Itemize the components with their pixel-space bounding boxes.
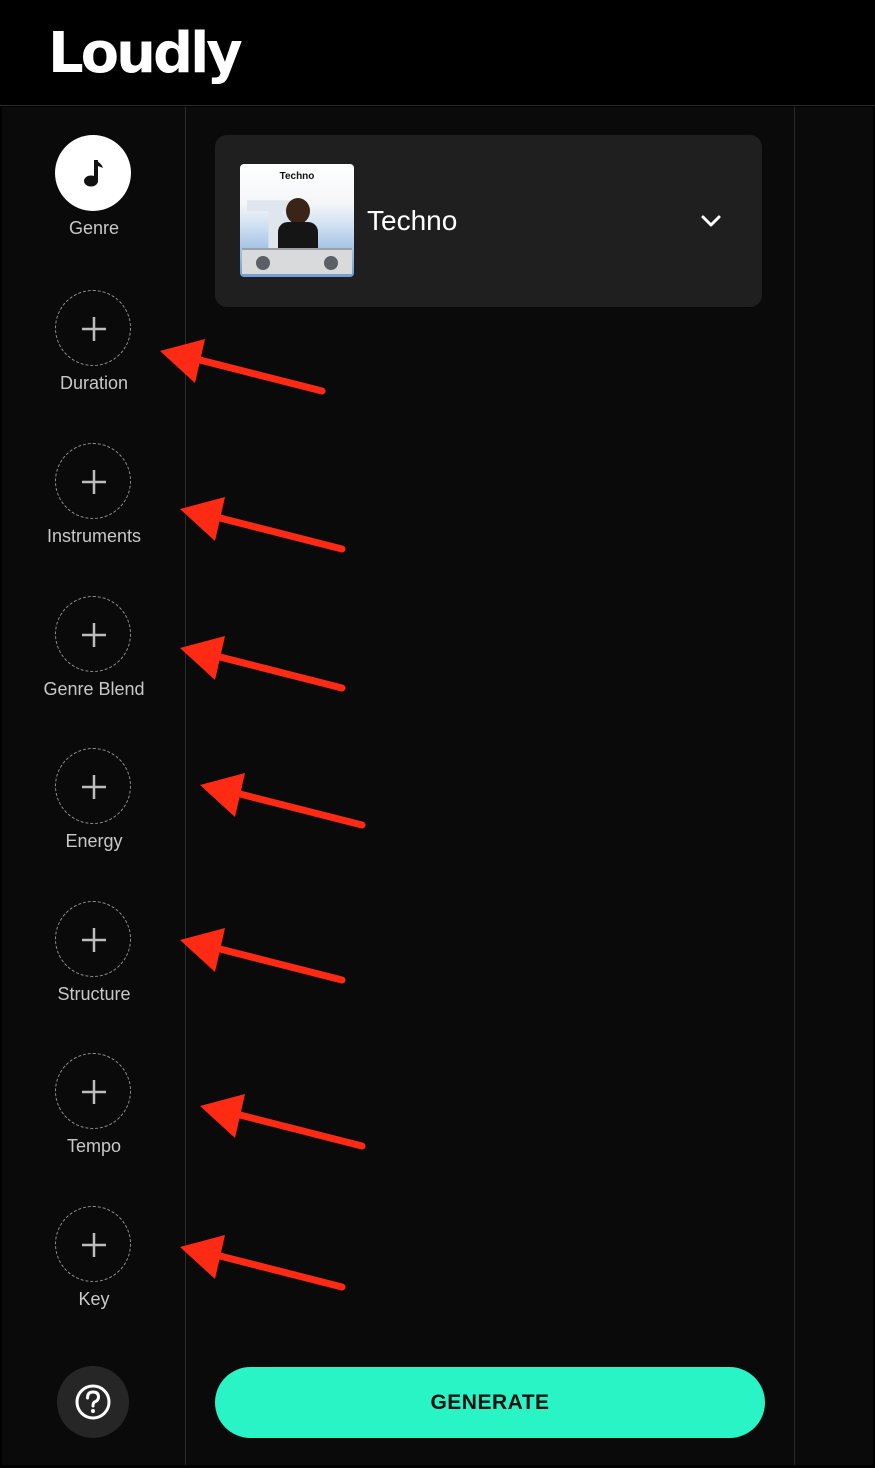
dj-figure-head: [286, 198, 310, 224]
plus-icon: [82, 1233, 106, 1257]
genre-thumbnail: T Techno: [240, 164, 354, 277]
plus-icon: [82, 623, 106, 647]
selected-genre-name: Techno: [367, 205, 458, 236]
sidebar-item-label: Tempo: [66, 1136, 122, 1156]
thumbnail-label: Techno: [279, 171, 315, 182]
chevron-down-icon[interactable]: [699, 209, 723, 233]
sidebar-item-tempo[interactable]: Tempo: [2, 1053, 186, 1173]
sidebar-item-label: Duration: [59, 373, 129, 393]
sidebar-item-key[interactable]: Key: [2, 1206, 186, 1326]
genre-selector[interactable]: T Techno Techno: [215, 135, 762, 307]
top-bar: Loudly: [0, 0, 875, 106]
add-structure-button[interactable]: [55, 901, 131, 977]
help-icon: [75, 1384, 111, 1420]
plus-icon: [82, 928, 106, 952]
plus-icon: [82, 775, 106, 799]
add-energy-button[interactable]: [55, 748, 131, 824]
option-sidebar: Genre Duration Instruments Genre Blend E: [2, 107, 186, 1465]
music-note-icon: [84, 160, 103, 187]
sidebar-item-label: Energy: [65, 831, 123, 851]
plus-icon: [82, 317, 106, 341]
dj-deck: [242, 248, 352, 274]
sidebar-item-label: Instruments: [46, 526, 142, 546]
plus-icon: [82, 470, 106, 494]
add-genre-blend-button[interactable]: [55, 596, 131, 672]
generate-button[interactable]: GENERATE: [215, 1367, 765, 1438]
sidebar-item-label: Structure: [57, 984, 131, 1004]
sidebar-item-duration[interactable]: Duration: [2, 290, 186, 410]
sidebar-item-label: Genre: [68, 218, 120, 238]
panel-divider: [794, 107, 795, 1465]
add-tempo-button[interactable]: [55, 1053, 131, 1129]
sidebar-item-genre[interactable]: Genre: [2, 135, 186, 255]
sidebar-item-genre-blend[interactable]: Genre Blend: [2, 596, 186, 716]
sidebar-item-energy[interactable]: Energy: [2, 748, 186, 868]
add-instruments-button[interactable]: [55, 443, 131, 519]
generator-panel: Genre Duration Instruments Genre Blend E: [2, 107, 873, 1465]
plus-icon: [82, 1080, 106, 1104]
sidebar-item-instruments[interactable]: Instruments: [2, 443, 186, 563]
help-button[interactable]: [57, 1366, 129, 1438]
sidebar-item-label: Genre Blend: [43, 679, 145, 699]
sidebar-item-label: Key: [78, 1289, 110, 1309]
loudly-logo[interactable]: Loudly: [48, 26, 243, 82]
add-duration-button[interactable]: [55, 290, 131, 366]
genre-option-button[interactable]: [55, 135, 131, 211]
sidebar-item-structure[interactable]: Structure: [2, 901, 186, 1021]
add-key-button[interactable]: [55, 1206, 131, 1282]
